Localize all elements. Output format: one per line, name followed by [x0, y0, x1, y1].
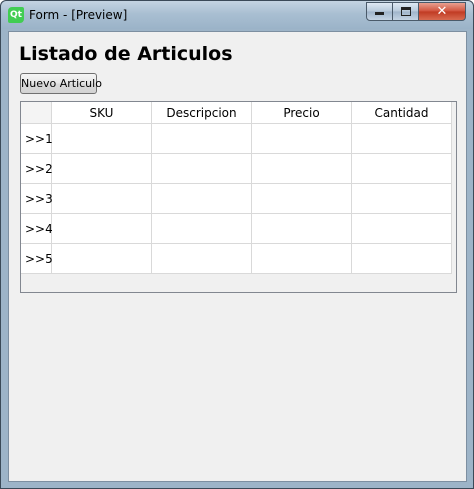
- table-cell[interactable]: [252, 154, 352, 184]
- table-cell[interactable]: [52, 244, 152, 274]
- window-title: Form - [Preview]: [29, 8, 128, 22]
- table-cell[interactable]: [152, 124, 252, 154]
- table-cell[interactable]: [252, 184, 352, 214]
- maximize-icon: [400, 7, 411, 16]
- table-cell[interactable]: [252, 124, 352, 154]
- table-cell[interactable]: [152, 184, 252, 214]
- row-header[interactable]: >>5: [21, 244, 53, 274]
- row-header[interactable]: >>2: [21, 154, 53, 184]
- column-header-precio[interactable]: Precio: [252, 102, 352, 124]
- minimize-button[interactable]: [366, 2, 393, 21]
- table-cell[interactable]: [352, 124, 452, 154]
- row-header[interactable]: >>3: [21, 184, 53, 214]
- column-header-sku[interactable]: SKU: [52, 102, 152, 124]
- table-cell[interactable]: [52, 124, 152, 154]
- column-header-cantidad[interactable]: Cantidad: [352, 102, 452, 124]
- page-title: Listado de Articulos: [19, 43, 233, 65]
- table-cell[interactable]: [152, 244, 252, 274]
- row-header[interactable]: >>4: [21, 214, 53, 244]
- qt-logo-icon: Qt: [8, 7, 24, 23]
- maximize-button[interactable]: [392, 2, 419, 21]
- table-cell[interactable]: [52, 154, 152, 184]
- preview-window: Qt Form - [Preview] ✕ Listado de Articul…: [0, 0, 474, 489]
- column-header-descripcion[interactable]: Descripcion: [152, 102, 252, 124]
- table-cell[interactable]: [352, 184, 452, 214]
- table-cell[interactable]: [252, 214, 352, 244]
- close-button[interactable]: ✕: [418, 2, 466, 21]
- table-cell[interactable]: [252, 244, 352, 274]
- table-cell[interactable]: [52, 214, 152, 244]
- new-article-button[interactable]: Nuevo Articulo: [20, 73, 102, 94]
- table-cell[interactable]: [352, 214, 452, 244]
- table-cell[interactable]: [152, 214, 252, 244]
- table-cell[interactable]: [352, 154, 452, 184]
- row-header[interactable]: >>1: [21, 124, 53, 154]
- close-icon: ✕: [436, 4, 448, 19]
- minimize-icon: [375, 12, 384, 15]
- table-corner-button[interactable]: [21, 102, 52, 124]
- title-bar[interactable]: Qt Form - [Preview] ✕: [1, 1, 473, 29]
- table-cell[interactable]: [352, 244, 452, 274]
- form-client-area: Listado de Articulos Nuevo Articulo SKU …: [8, 31, 467, 482]
- table-cell[interactable]: [152, 154, 252, 184]
- table-cell[interactable]: [52, 184, 152, 214]
- articles-table[interactable]: SKU Descripcion Precio Cantidad >>1 >>2 …: [20, 101, 457, 293]
